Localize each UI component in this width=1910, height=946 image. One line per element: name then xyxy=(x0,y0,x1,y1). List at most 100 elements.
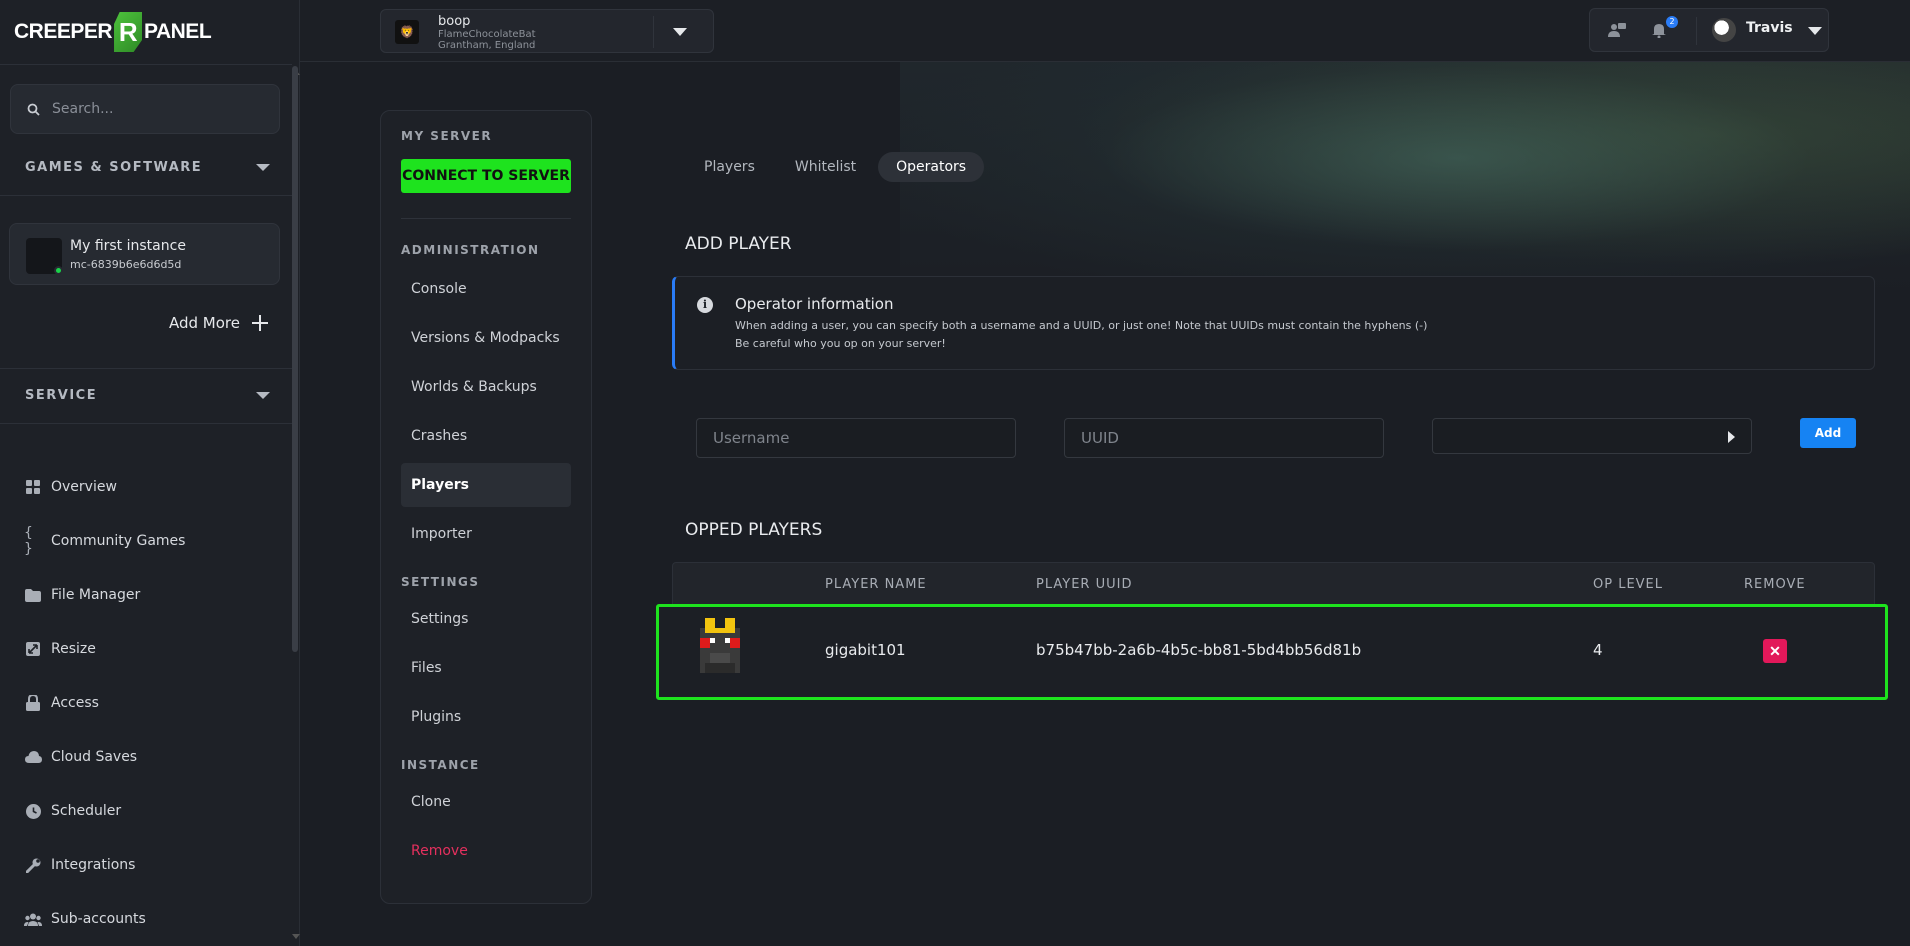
sidebar-item-label: Community Games xyxy=(51,533,186,549)
nav-item-importer[interactable]: Importer xyxy=(401,512,571,556)
op-level: 4 xyxy=(1593,641,1603,659)
instance-id: mc-6839b6e6d6d5d xyxy=(70,258,182,271)
instance-card[interactable]: My first instance mc-6839b6e6d6d5d xyxy=(9,223,280,285)
add-more-label: Add More xyxy=(169,314,240,332)
uuid-input[interactable] xyxy=(1064,418,1384,458)
sidebar: CREEPERRPANEL GAMES & SOFTWARE My first … xyxy=(0,0,300,946)
sidebar-item-label: File Manager xyxy=(51,587,141,603)
sidebar-item-access[interactable]: Access xyxy=(24,676,274,730)
nav-item-clone[interactable]: Clone xyxy=(401,780,571,824)
settings-heading: SETTINGS xyxy=(401,575,480,589)
sidebar-item-cloud-saves[interactable]: Cloud Saves xyxy=(24,730,274,784)
sidebar-item-resize[interactable]: Resize xyxy=(24,622,274,676)
online-status-dot xyxy=(54,266,63,275)
nav-item-files[interactable]: Files xyxy=(401,646,571,690)
server-nav-panel: MY SERVER CONNECT TO SERVER ADMINISTRATI… xyxy=(380,110,592,904)
op-level-select[interactable] xyxy=(1432,418,1752,454)
sidebar-divider xyxy=(0,423,292,424)
sidebar-item-label: Cloud Saves xyxy=(51,749,138,765)
connect-to-server-button[interactable]: CONNECT TO SERVER xyxy=(401,159,571,193)
nav-item-crashes[interactable]: Crashes xyxy=(401,414,571,458)
background-artwork xyxy=(900,62,1910,302)
sidebar-divider xyxy=(0,64,292,65)
service-nav: Overview { } Community Games File Manage… xyxy=(24,460,274,946)
info-text-line: When adding a user, you can specify both… xyxy=(735,319,1428,332)
username-input[interactable] xyxy=(696,418,1016,458)
wrench-icon xyxy=(24,856,42,874)
user-name[interactable]: Travis xyxy=(1746,20,1793,36)
sidebar-item-label: Integrations xyxy=(51,857,136,873)
server-details: FlameChocolateBat Grantham, England xyxy=(438,29,536,51)
clock-icon xyxy=(24,802,42,820)
sidebar-scrollbar[interactable] xyxy=(292,66,298,652)
add-operator-button[interactable]: Add xyxy=(1800,418,1856,448)
user-divider xyxy=(1696,17,1697,45)
sidebar-item-sub-accounts[interactable]: Sub-accounts xyxy=(24,892,274,946)
remove-operator-button[interactable]: ✕ xyxy=(1763,639,1787,663)
sidebar-item-scheduler[interactable]: Scheduler xyxy=(24,784,274,838)
server-selector[interactable]: 🦁 boop FlameChocolateBat Grantham, Engla… xyxy=(380,9,714,53)
my-server-heading: MY SERVER xyxy=(401,129,493,143)
chevron-down-icon xyxy=(256,164,270,171)
player-skin-avatar xyxy=(695,618,745,678)
administration-heading: ADMINISTRATION xyxy=(401,243,540,257)
table-header: PLAYER NAME PLAYER UUID OP LEVEL REMOVE xyxy=(672,562,1875,606)
nav-item-settings[interactable]: Settings xyxy=(401,597,571,641)
sidebar-divider xyxy=(0,195,292,196)
add-more-button[interactable]: Add More xyxy=(169,314,268,332)
logo-text-right: PANEL xyxy=(144,20,212,43)
brand-logo[interactable]: CREEPER R PANEL xyxy=(14,12,212,52)
search-box[interactable] xyxy=(10,84,280,134)
info-text-line: Be careful who you op on your server! xyxy=(735,337,946,350)
avatar[interactable] xyxy=(1712,18,1736,42)
bell-icon[interactable] xyxy=(1652,22,1666,42)
app-root: CREEPERRPANEL GAMES & SOFTWARE My first … xyxy=(0,0,1910,946)
sidebar-item-label: Scheduler xyxy=(51,803,122,819)
nav-item-console[interactable]: Console xyxy=(401,267,571,311)
nav-item-players[interactable]: Players xyxy=(401,463,571,507)
tab-operators[interactable]: Operators xyxy=(878,152,985,182)
braces-icon: { } xyxy=(24,525,33,557)
grid-icon xyxy=(24,478,42,496)
nav-item-worlds-backups[interactable]: Worlds & Backups xyxy=(401,365,571,409)
nav-item-remove[interactable]: Remove xyxy=(401,829,571,873)
search-icon xyxy=(27,103,40,116)
games-software-section[interactable]: GAMES & SOFTWARE xyxy=(25,160,270,175)
cloud-icon xyxy=(24,748,42,766)
resize-icon xyxy=(24,640,42,658)
instance-name: My first instance xyxy=(70,238,186,254)
panel-divider xyxy=(401,218,571,219)
logo-mark: R xyxy=(114,12,143,52)
opped-players-heading: OPPED PLAYERS xyxy=(685,520,823,540)
sidebar-item-file-manager[interactable]: File Manager xyxy=(24,568,274,622)
info-title: Operator information xyxy=(735,295,894,313)
search-input[interactable] xyxy=(52,101,252,117)
column-op-level: OP LEVEL xyxy=(1593,577,1664,592)
nav-item-versions-modpacks[interactable]: Versions & Modpacks xyxy=(401,316,571,360)
user-controls: 2 Travis xyxy=(1589,8,1829,52)
top-bar: 🦁 boop FlameChocolateBat Grantham, Engla… xyxy=(300,0,1910,62)
notification-badge: 2 xyxy=(1666,16,1678,28)
chevron-down-icon xyxy=(673,28,687,36)
operator-info-alert: i Operator information When adding a use… xyxy=(672,276,1875,370)
column-player-name: PLAYER NAME xyxy=(825,577,927,592)
sidebar-item-label: Overview xyxy=(51,479,117,495)
sidebar-divider xyxy=(0,368,292,369)
tab-players[interactable]: Players xyxy=(686,152,773,182)
sidebar-item-overview[interactable]: Overview xyxy=(24,460,274,514)
server-host: FlameChocolateBat xyxy=(438,29,536,40)
nav-item-plugins[interactable]: Plugins xyxy=(401,695,571,739)
scroll-down-arrow[interactable] xyxy=(292,934,300,939)
tab-whitelist[interactable]: Whitelist xyxy=(777,152,874,182)
info-icon: i xyxy=(697,297,713,313)
column-player-uuid: PLAYER UUID xyxy=(1036,577,1133,592)
column-remove: REMOVE xyxy=(1744,577,1806,592)
instance-heading: INSTANCE xyxy=(401,758,480,772)
chevron-down-icon[interactable] xyxy=(1808,27,1822,35)
sidebar-item-integrations[interactable]: Integrations xyxy=(24,838,274,892)
main-content: MY SERVER CONNECT TO SERVER ADMINISTRATI… xyxy=(300,62,1910,946)
service-section[interactable]: SERVICE xyxy=(25,388,270,403)
folder-icon xyxy=(24,586,42,604)
sidebar-item-community-games[interactable]: { } Community Games xyxy=(24,514,274,568)
community-chat-icon[interactable] xyxy=(1608,22,1626,42)
